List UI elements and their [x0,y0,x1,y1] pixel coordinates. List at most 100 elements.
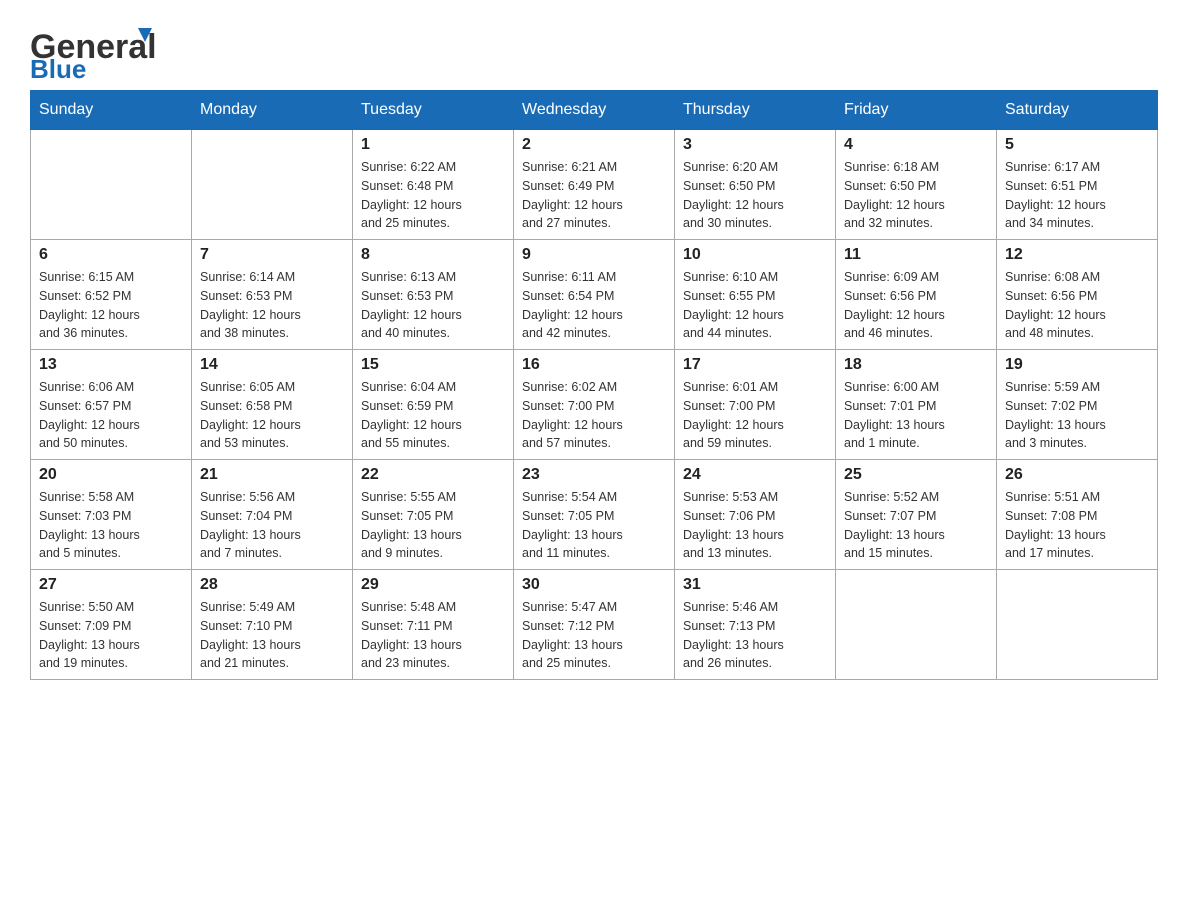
page-header: General Blue [30,20,1158,80]
day-info: Sunrise: 6:08 AMSunset: 6:56 PMDaylight:… [1005,268,1149,343]
calendar-cell: 10 Sunrise: 6:10 AMSunset: 6:55 PMDayligh… [675,240,836,350]
day-number: 1 [361,136,505,154]
calendar-cell: 30 Sunrise: 5:47 AMSunset: 7:12 PMDayligh… [514,570,675,680]
day-info: Sunrise: 5:48 AMSunset: 7:11 PMDaylight:… [361,598,505,673]
day-info: Sunrise: 5:54 AMSunset: 7:05 PMDaylight:… [522,488,666,563]
day-number: 21 [200,466,344,484]
day-number: 23 [522,466,666,484]
day-number: 11 [844,246,988,264]
day-number: 2 [522,136,666,154]
calendar-cell: 21 Sunrise: 5:56 AMSunset: 7:04 PMDayligh… [192,460,353,570]
calendar-cell: 3Sunrise: 6:20 AMSunset: 6:50 PMDaylight… [675,130,836,240]
day-number: 31 [683,576,827,594]
day-info: Sunrise: 5:53 AMSunset: 7:06 PMDaylight:… [683,488,827,563]
day-info: Sunrise: 6:00 AMSunset: 7:01 PMDaylight:… [844,378,988,453]
calendar-cell [836,570,997,680]
day-number: 10 [683,246,827,264]
day-info: Sunrise: 6:01 AMSunset: 7:00 PMDaylight:… [683,378,827,453]
day-info: Sunrise: 6:02 AMSunset: 7:00 PMDaylight:… [522,378,666,453]
day-number: 9 [522,246,666,264]
day-number: 17 [683,356,827,374]
calendar-cell: 8Sunrise: 6:13 AMSunset: 6:53 PMDaylight… [353,240,514,350]
calendar-cell: 20 Sunrise: 5:58 AMSunset: 7:03 PMDayligh… [31,460,192,570]
day-number: 27 [39,576,183,594]
calendar-cell [997,570,1158,680]
day-number: 6 [39,246,183,264]
day-number: 3 [683,136,827,154]
week-row-1: 1 Sunrise: 6:22 AMSunset: 6:48 PMDaylight… [31,130,1158,240]
day-info: Sunrise: 5:47 AMSunset: 7:12 PMDaylight:… [522,598,666,673]
calendar-cell [192,130,353,240]
day-number: 22 [361,466,505,484]
calendar-cell: 25Sunrise: 5:52 AMSunset: 7:07 PMDayligh… [836,460,997,570]
calendar-cell: 22 Sunrise: 5:55 AMSunset: 7:05 PMDayligh… [353,460,514,570]
day-info: Sunrise: 6:10 AMSunset: 6:55 PMDaylight:… [683,268,827,343]
day-info: Sunrise: 6:09 AMSunset: 6:56 PMDaylight:… [844,268,988,343]
calendar-cell: 12 Sunrise: 6:08 AMSunset: 6:56 PMDayligh… [997,240,1158,350]
day-number: 28 [200,576,344,594]
calendar-cell: 24 Sunrise: 5:53 AMSunset: 7:06 PMDayligh… [675,460,836,570]
day-info: Sunrise: 6:11 AMSunset: 6:54 PMDaylight:… [522,268,666,343]
week-row-3: 13Sunrise: 6:06 AMSunset: 6:57 PMDayligh… [31,350,1158,460]
weekday-header-row: SundayMondayTuesdayWednesdayThursdayFrid… [31,91,1158,130]
calendar-cell: 1 Sunrise: 6:22 AMSunset: 6:48 PMDaylight… [353,130,514,240]
calendar-cell: 17 Sunrise: 6:01 AMSunset: 7:00 PMDayligh… [675,350,836,460]
calendar-cell: 28 Sunrise: 5:49 AMSunset: 7:10 PMDayligh… [192,570,353,680]
day-number: 13 [39,356,183,374]
day-info: Sunrise: 5:56 AMSunset: 7:04 PMDaylight:… [200,488,344,563]
day-number: 15 [361,356,505,374]
calendar-cell: 6 Sunrise: 6:15 AMSunset: 6:52 PMDaylight… [31,240,192,350]
day-number: 8 [361,246,505,264]
calendar-cell: 23 Sunrise: 5:54 AMSunset: 7:05 PMDayligh… [514,460,675,570]
day-info: Sunrise: 5:46 AMSunset: 7:13 PMDaylight:… [683,598,827,673]
day-number: 5 [1005,136,1149,154]
day-info: Sunrise: 5:49 AMSunset: 7:10 PMDaylight:… [200,598,344,673]
calendar-cell: 2 Sunrise: 6:21 AMSunset: 6:49 PMDaylight… [514,130,675,240]
day-number: 30 [522,576,666,594]
calendar-cell: 29Sunrise: 5:48 AMSunset: 7:11 PMDayligh… [353,570,514,680]
day-info: Sunrise: 6:22 AMSunset: 6:48 PMDaylight:… [361,158,505,233]
calendar-cell: 27 Sunrise: 5:50 AMSunset: 7:09 PMDayligh… [31,570,192,680]
day-info: Sunrise: 5:50 AMSunset: 7:09 PMDaylight:… [39,598,183,673]
week-row-4: 20 Sunrise: 5:58 AMSunset: 7:03 PMDayligh… [31,460,1158,570]
weekday-header-monday: Monday [192,91,353,130]
day-info: Sunrise: 5:55 AMSunset: 7:05 PMDaylight:… [361,488,505,563]
day-info: Sunrise: 6:15 AMSunset: 6:52 PMDaylight:… [39,268,183,343]
weekday-header-thursday: Thursday [675,91,836,130]
day-info: Sunrise: 6:18 AMSunset: 6:50 PMDaylight:… [844,158,988,233]
weekday-header-tuesday: Tuesday [353,91,514,130]
day-number: 14 [200,356,344,374]
week-row-2: 6 Sunrise: 6:15 AMSunset: 6:52 PMDaylight… [31,240,1158,350]
day-number: 4 [844,136,988,154]
weekday-header-sunday: Sunday [31,91,192,130]
day-info: Sunrise: 5:51 AMSunset: 7:08 PMDaylight:… [1005,488,1149,563]
calendar-cell: 26Sunrise: 5:51 AMSunset: 7:08 PMDayligh… [997,460,1158,570]
calendar-cell: 18Sunrise: 6:00 AMSunset: 7:01 PMDayligh… [836,350,997,460]
calendar-cell: 31 Sunrise: 5:46 AMSunset: 7:13 PMDayligh… [675,570,836,680]
day-info: Sunrise: 6:21 AMSunset: 6:49 PMDaylight:… [522,158,666,233]
day-number: 7 [200,246,344,264]
day-info: Sunrise: 5:59 AMSunset: 7:02 PMDaylight:… [1005,378,1149,453]
day-info: Sunrise: 5:52 AMSunset: 7:07 PMDaylight:… [844,488,988,563]
day-number: 12 [1005,246,1149,264]
day-info: Sunrise: 6:04 AMSunset: 6:59 PMDaylight:… [361,378,505,453]
logo: General Blue [30,20,160,80]
calendar-cell: 5Sunrise: 6:17 AMSunset: 6:51 PMDaylight… [997,130,1158,240]
calendar-cell: 14Sunrise: 6:05 AMSunset: 6:58 PMDayligh… [192,350,353,460]
calendar-cell: 4 Sunrise: 6:18 AMSunset: 6:50 PMDaylight… [836,130,997,240]
svg-text:Blue: Blue [30,54,86,80]
weekday-header-friday: Friday [836,91,997,130]
calendar-cell: 13Sunrise: 6:06 AMSunset: 6:57 PMDayligh… [31,350,192,460]
weekday-header-wednesday: Wednesday [514,91,675,130]
day-number: 20 [39,466,183,484]
logo-svg: General Blue [30,20,160,80]
calendar-cell: 15 Sunrise: 6:04 AMSunset: 6:59 PMDayligh… [353,350,514,460]
weekday-header-saturday: Saturday [997,91,1158,130]
calendar-cell [31,130,192,240]
calendar-cell: 7Sunrise: 6:14 AMSunset: 6:53 PMDaylight… [192,240,353,350]
calendar-cell: 19 Sunrise: 5:59 AMSunset: 7:02 PMDayligh… [997,350,1158,460]
day-number: 16 [522,356,666,374]
day-number: 24 [683,466,827,484]
day-info: Sunrise: 5:58 AMSunset: 7:03 PMDaylight:… [39,488,183,563]
day-number: 19 [1005,356,1149,374]
